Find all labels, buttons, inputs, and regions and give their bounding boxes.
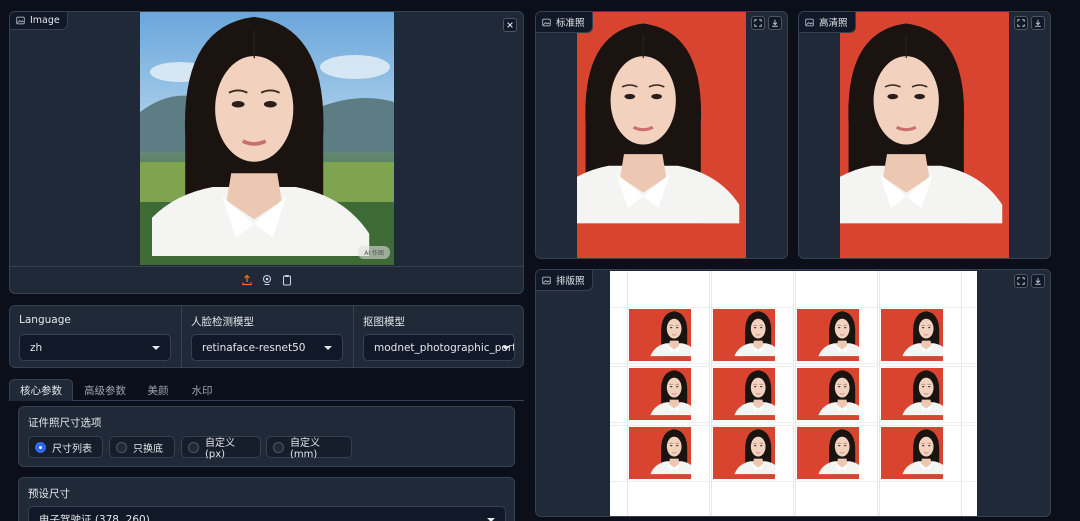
radio-unchecked-icon xyxy=(273,441,284,453)
standard-photo xyxy=(577,12,746,259)
chevron-down-icon xyxy=(502,345,510,350)
layout-photo-tile xyxy=(629,309,691,361)
radio-custom-mm[interactable]: 自定义(mm) xyxy=(266,436,352,460)
portrait-subject xyxy=(881,427,943,479)
face-model-label: 人脸检测模型 xyxy=(191,316,254,328)
layout-sheet xyxy=(610,271,977,516)
webcam-icon[interactable] xyxy=(261,274,273,286)
image-panel-label: Image xyxy=(10,12,68,30)
radio-custom-px[interactable]: 自定义(px) xyxy=(181,436,261,460)
cut-guide-line xyxy=(610,481,977,482)
matting-model-select[interactable]: modnet_photographic_portrait xyxy=(363,334,515,361)
tab-core-params[interactable]: 核心参数 xyxy=(9,379,73,401)
radio-unchecked-icon xyxy=(188,441,199,453)
radio-checked-icon xyxy=(35,441,46,453)
input-photo: AI 作图 xyxy=(140,12,394,265)
layout-photo-tile xyxy=(713,368,775,420)
cut-guide-line xyxy=(610,422,977,423)
image-icon xyxy=(805,18,814,27)
fullscreen-button[interactable] xyxy=(1014,16,1028,30)
portrait-subject xyxy=(797,427,859,479)
hd-photo xyxy=(840,12,1009,259)
chevron-down-icon xyxy=(324,345,332,350)
preset-size-select[interactable]: 电子驾驶证 (378, 260) xyxy=(28,506,506,521)
standard-photo-panel: 标准照 xyxy=(535,11,788,259)
tab-watermark[interactable]: 水印 xyxy=(182,379,222,401)
face-model-select[interactable]: retinaface-resnet50 xyxy=(191,334,343,361)
portrait-subject xyxy=(629,309,691,361)
image-input-panel: Image AI 作图 xyxy=(9,11,524,294)
radio-unchecked-icon xyxy=(116,441,127,453)
download-button[interactable] xyxy=(1031,274,1045,288)
watermark-tag: AI 作图 xyxy=(358,246,390,259)
layout-photo-tile xyxy=(881,368,943,420)
layout-panel-label: 排版照 xyxy=(536,270,593,291)
layout-photo-tile xyxy=(713,309,775,361)
layout-photo-tile xyxy=(881,427,943,479)
language-select[interactable]: zh xyxy=(19,334,171,361)
download-icon xyxy=(771,19,779,27)
layout-photo-tile xyxy=(629,427,691,479)
image-icon xyxy=(542,276,551,285)
hd-photo-panel: 高清照 xyxy=(798,11,1051,259)
image-icon xyxy=(16,16,25,25)
cut-guide-line xyxy=(610,425,977,426)
portrait-subject xyxy=(797,309,859,361)
fullscreen-button[interactable] xyxy=(1014,274,1028,288)
clipboard-icon[interactable] xyxy=(281,274,293,286)
preset-size-label: 预设尺寸 xyxy=(28,488,70,500)
language-label: Language xyxy=(19,314,71,326)
image-icon xyxy=(542,18,551,27)
source-toolbar xyxy=(10,266,523,293)
close-button[interactable] xyxy=(503,18,517,32)
portrait-subject xyxy=(713,427,775,479)
portrait-subject xyxy=(152,12,382,265)
upload-icon[interactable] xyxy=(241,274,253,286)
standard-panel-label: 标准照 xyxy=(536,12,593,33)
fullscreen-icon xyxy=(1017,277,1025,285)
portrait-subject xyxy=(840,12,1009,259)
preset-size-group: 预设尺寸 电子驾驶证 (378, 260) xyxy=(18,477,515,521)
layout-photo-tile xyxy=(713,427,775,479)
download-icon xyxy=(1034,19,1042,27)
portrait-subject xyxy=(629,368,691,420)
settings-panel: Language zh 人脸检测模型 retinaface-resnet50 抠… xyxy=(9,305,524,368)
matting-model-label: 抠图模型 xyxy=(363,316,405,328)
portrait-subject xyxy=(713,309,775,361)
size-options-group: 证件照尺寸选项 尺寸列表 只换底 自定义(px) 自定义(mm) xyxy=(18,406,515,467)
tab-advanced-params[interactable]: 高级参数 xyxy=(78,379,132,401)
size-options-label: 证件照尺寸选项 xyxy=(28,417,102,429)
cut-guide-line xyxy=(610,363,977,364)
layout-photo-tile xyxy=(797,368,859,420)
chevron-down-icon xyxy=(152,345,160,350)
radio-size-list[interactable]: 尺寸列表 xyxy=(28,436,103,458)
download-button[interactable] xyxy=(1031,16,1045,30)
cut-guide-line xyxy=(610,366,977,367)
layout-photo-tile xyxy=(629,368,691,420)
layout-photo-tile xyxy=(797,427,859,479)
layout-photo-tile xyxy=(797,309,859,361)
chevron-down-icon xyxy=(487,517,495,521)
portrait-subject xyxy=(881,309,943,361)
layout-photo-panel: 排版照 xyxy=(535,269,1051,517)
hd-panel-label: 高清照 xyxy=(799,12,856,33)
photo-grid xyxy=(610,271,977,516)
download-icon xyxy=(1034,277,1042,285)
download-button[interactable] xyxy=(768,16,782,30)
portrait-subject xyxy=(797,368,859,420)
portrait-subject xyxy=(577,12,746,259)
fullscreen-button[interactable] xyxy=(751,16,765,30)
portrait-subject xyxy=(629,427,691,479)
tab-beauty[interactable]: 美颜 xyxy=(138,379,178,401)
close-icon xyxy=(507,22,513,28)
radio-change-bg-only[interactable]: 只换底 xyxy=(109,436,175,458)
cut-guide-line xyxy=(610,307,977,308)
portrait-subject xyxy=(713,368,775,420)
fullscreen-icon xyxy=(1017,19,1025,27)
fullscreen-icon xyxy=(754,19,762,27)
portrait-subject xyxy=(881,368,943,420)
layout-photo-tile xyxy=(881,309,943,361)
